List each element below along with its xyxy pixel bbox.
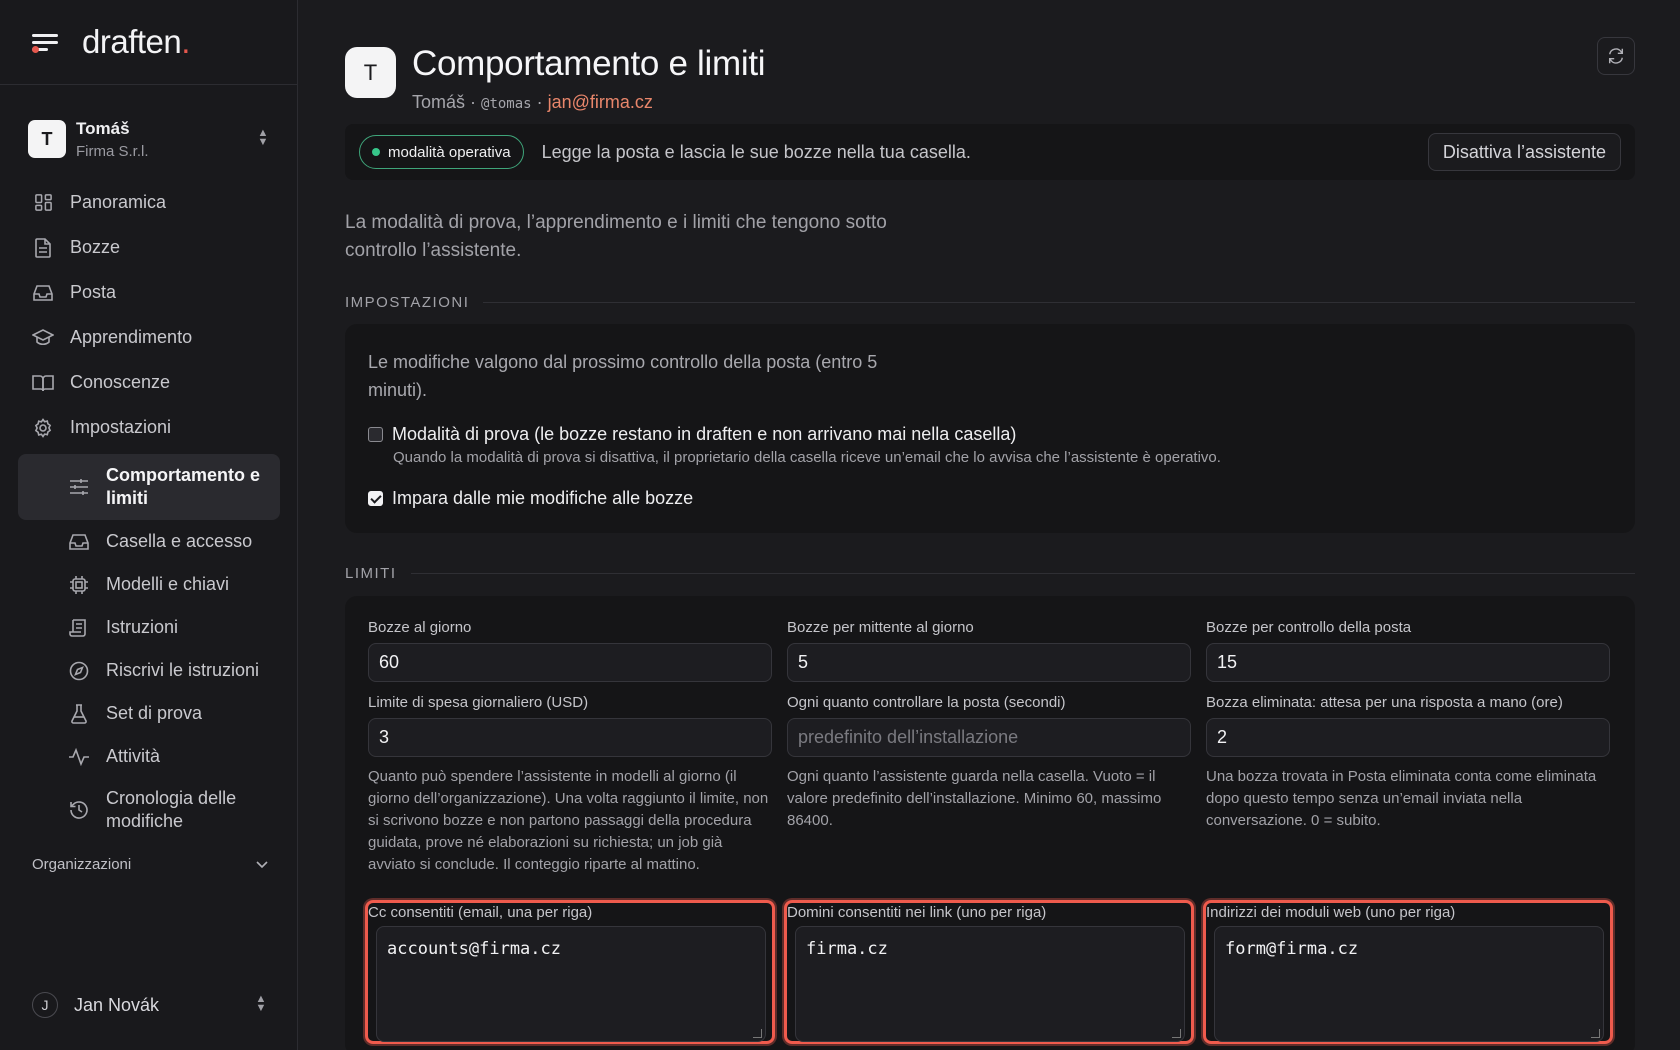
field-drafts-per-check: Bozze per controllo della posta 15 xyxy=(1206,619,1610,682)
account-switcher[interactable]: T Tomáš Firma S.r.l. ▲ ▼ xyxy=(28,114,270,164)
header-subline: Tomáš · @tomas · jan@firma.cz xyxy=(412,92,653,112)
subnav-item-casella[interactable]: Casella e accesso xyxy=(18,520,280,563)
account-org: Firma S.r.l. xyxy=(76,142,149,160)
test-mode-row[interactable]: Modalità di prova (le bozze restano in d… xyxy=(368,424,1016,445)
nav-item-bozze[interactable]: Bozze xyxy=(18,225,280,270)
subnav-item-istruzioni[interactable]: Istruzioni xyxy=(18,606,280,649)
page-header: T Comportamento e limiti Tomáš · @tomas … xyxy=(345,44,766,113)
limits-card: Bozze al giorno 60 Bozze per mittente al… xyxy=(345,596,1635,1050)
subnav-item-set-di-prova[interactable]: Set di prova xyxy=(18,692,280,735)
field-drafts-per-day: Bozze al giorno 60 xyxy=(368,619,772,682)
dashboard-icon xyxy=(32,192,54,214)
status-text: Legge la posta e lascia le sue bozze nel… xyxy=(541,141,971,162)
nav-item-posta[interactable]: Posta xyxy=(18,270,280,315)
settings-card: Le modifiche valgono dal prossimo contro… xyxy=(345,324,1635,533)
refresh-icon xyxy=(1608,48,1624,64)
header-email-link[interactable]: jan@firma.cz xyxy=(548,92,653,112)
learn-checkbox[interactable] xyxy=(368,491,383,506)
page-title: Comportamento e limiti xyxy=(412,44,766,83)
check-interval-input[interactable]: predefinito dell’installazione xyxy=(787,718,1191,757)
deleted-wait-help: Una bozza trovata in Posta eliminata con… xyxy=(1206,768,1597,829)
learn-label: Impara dalle mie modifiche alle bozze xyxy=(392,488,694,508)
field-allowed-cc: Cc consentiti (email, una per riga) acco… xyxy=(365,900,775,1044)
header-avatar: T xyxy=(345,47,396,98)
section-heading-limiti: LIMITI xyxy=(345,565,1635,582)
brand-logo[interactable]: draften. xyxy=(82,23,190,61)
page-intro: La modalità di prova, l’apprendimento e … xyxy=(345,212,887,261)
user-name: Jan Novák xyxy=(74,994,160,1015)
field-deleted-wait: Bozza eliminata: attesa per una risposta… xyxy=(1206,694,1610,832)
nav-item-conoscenze[interactable]: Conoscenze xyxy=(18,360,280,405)
field-web-form-addresses: Indirizzi dei moduli web (uno per riga) … xyxy=(1203,900,1613,1044)
field-allowed-domains: Domini consentiti nei link (uno per riga… xyxy=(784,900,1194,1044)
subnav-item-cronologia[interactable]: Cronologia delle modifiche xyxy=(18,778,280,842)
main-nav: Panoramica Bozze Posta Apprendimento Con… xyxy=(18,180,280,842)
drafts-per-sender-input[interactable]: 5 xyxy=(787,643,1191,682)
web-form-addresses-textarea[interactable]: form@firma.cz xyxy=(1214,926,1604,1042)
inbox-icon xyxy=(68,531,90,553)
nav-item-apprendimento[interactable]: Apprendimento xyxy=(18,315,280,360)
gear-icon xyxy=(32,417,54,439)
field-drafts-per-sender: Bozze per mittente al giorno 5 xyxy=(787,619,1191,682)
compass-icon xyxy=(68,660,90,682)
document-icon xyxy=(32,237,54,259)
deleted-wait-input[interactable]: 2 xyxy=(1206,718,1610,757)
subnav-item-attivita[interactable]: Attività xyxy=(18,735,280,778)
section-heading-impostazioni: IMPOSTAZIONI xyxy=(345,294,1635,311)
status-badge: modalità operativa xyxy=(359,135,524,169)
status-bar: modalità operativa Legge la posta e lasc… xyxy=(345,124,1635,180)
field-check-interval: Ogni quanto controllare la posta (second… xyxy=(787,694,1191,832)
status-dot-icon xyxy=(372,148,380,156)
history-icon xyxy=(68,799,90,821)
allowed-domains-textarea[interactable]: firma.cz xyxy=(795,926,1185,1042)
scroll-icon xyxy=(68,617,90,639)
activity-icon xyxy=(68,746,90,768)
allowed-cc-textarea[interactable]: accounts@firma.cz xyxy=(376,926,766,1042)
learn-row[interactable]: Impara dalle mie modifiche alle bozze xyxy=(368,488,693,509)
account-avatar: T xyxy=(28,120,66,158)
field-daily-spend: Limite di spesa giornaliero (USD) 3 Quan… xyxy=(368,694,772,876)
daily-spend-help: Quanto può spendere l’assistente in mode… xyxy=(368,768,769,873)
deactivate-assistant-button[interactable]: Disattiva l’assistente xyxy=(1427,133,1621,171)
chevron-down-icon xyxy=(256,856,268,873)
check-interval-help: Ogni quanto l’assistente guarda nella ca… xyxy=(787,768,1162,829)
menu-icon[interactable] xyxy=(32,31,58,53)
subnav-item-riscrivi[interactable]: Riscrivi le istruzioni xyxy=(18,649,280,692)
chevron-up-down-icon: ▲ ▼ xyxy=(257,127,269,148)
test-mode-label: Modalità di prova (le bozze restano in d… xyxy=(392,424,1017,444)
subnav-item-modelli[interactable]: Modelli e chiavi xyxy=(18,563,280,606)
settings-subnav: Comportamento e limiti Casella e accesso… xyxy=(18,454,280,842)
organizations-toggle[interactable]: Organizzazioni xyxy=(32,856,268,873)
user-menu[interactable]: J Jan Novák ▲ ▼ xyxy=(32,992,268,1018)
chevron-up-down-icon: ▲ ▼ xyxy=(255,993,267,1014)
graduation-cap-icon xyxy=(32,327,54,349)
drafts-per-day-input[interactable]: 60 xyxy=(368,643,772,682)
account-name: Tomáš xyxy=(76,118,130,138)
test-mode-help: Quando la modalità di prova si disattiva… xyxy=(393,449,1221,466)
sidebar: draften. T Tomáš Firma S.r.l. ▲ ▼ Panoram… xyxy=(0,0,298,1050)
subnav-item-comportamento[interactable]: Comportamento e limiti xyxy=(18,454,280,520)
settings-note: Le modifiche valgono dal prossimo contro… xyxy=(368,352,878,400)
sliders-icon xyxy=(68,476,90,498)
test-mode-checkbox[interactable] xyxy=(368,427,383,442)
chip-icon xyxy=(68,574,90,596)
inbox-icon xyxy=(32,282,54,304)
nav-item-panoramica[interactable]: Panoramica xyxy=(18,180,280,225)
brand-bar: draften. xyxy=(0,0,297,85)
user-avatar: J xyxy=(32,992,58,1018)
drafts-per-check-input[interactable]: 15 xyxy=(1206,643,1610,682)
refresh-button[interactable] xyxy=(1597,37,1635,75)
book-icon xyxy=(32,372,54,394)
flask-icon xyxy=(68,703,90,725)
nav-item-impostazioni[interactable]: Impostazioni xyxy=(18,405,280,450)
daily-spend-input[interactable]: 3 xyxy=(368,718,772,757)
